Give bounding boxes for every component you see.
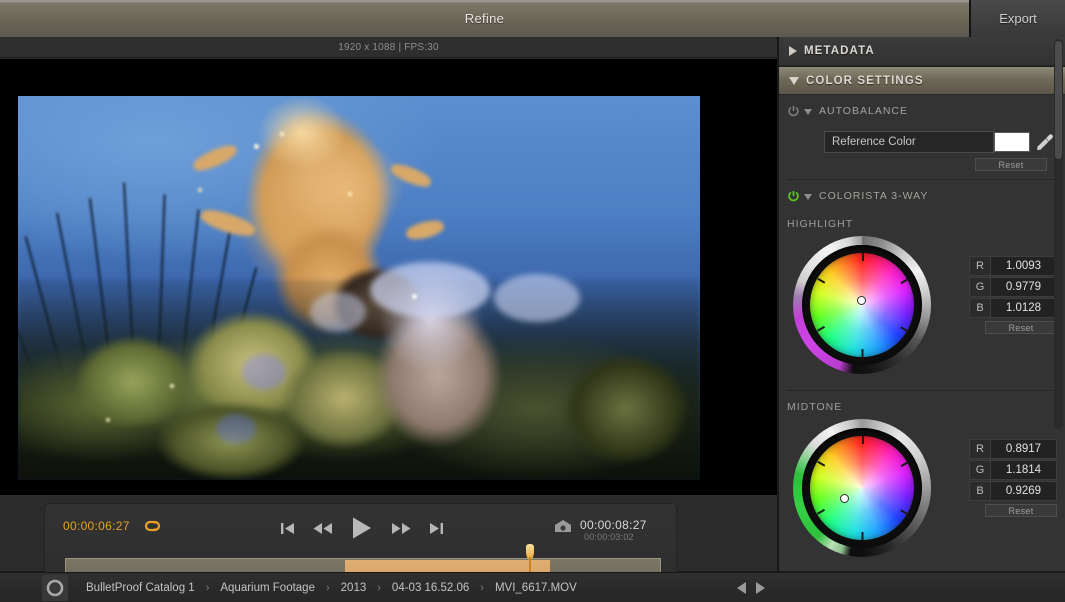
rgb-key-g-mid: G — [969, 460, 991, 480]
export-button[interactable]: Export — [970, 0, 1065, 37]
color-wheel-highlight[interactable] — [793, 236, 931, 374]
rgb-fields-midtone: R 0.8917 G 1.1814 B 0.9269 Reset — [969, 439, 1057, 517]
breadcrumb-separator-3: › — [480, 582, 484, 594]
nav-next-icon[interactable] — [756, 582, 765, 594]
tone-label-midtone: MIDTONE — [779, 401, 1065, 413]
breadcrumb-bar: BulletProof Catalog 1 › Aquarium Footage… — [0, 572, 1065, 602]
breadcrumb-separator-2: › — [377, 582, 381, 594]
highlight-reset-label: Reset — [1008, 323, 1033, 333]
autobalance-reset-button[interactable]: Reset — [975, 158, 1047, 171]
viewer-column: 1920 x 1088 | FPS:30 — [0, 37, 777, 571]
out-timecode[interactable]: 00:00:08:27 — [580, 518, 647, 532]
subsection-title-colorista: COLORISTA 3-WAY — [819, 190, 928, 202]
highlight-reset-button[interactable]: Reset — [985, 321, 1057, 334]
tone-label-highlight: HIGHLIGHT — [779, 218, 1065, 230]
rgb-key-r: R — [969, 256, 991, 276]
wheel-handle-highlight[interactable] — [857, 296, 866, 305]
go-to-start-button[interactable] — [280, 522, 295, 535]
rgb-row-g: G 0.9779 — [969, 277, 1057, 297]
panel-scrollbar-thumb[interactable] — [1055, 41, 1062, 159]
rgb-value-g-mid[interactable]: 1.1814 — [991, 460, 1057, 480]
rgb-value-b[interactable]: 1.0128 — [991, 298, 1057, 318]
hue-ticks-highlight — [810, 253, 914, 357]
rgb-row-b: B 1.0128 — [969, 298, 1057, 318]
panel-divider-2 — [787, 390, 1057, 391]
reference-color-swatch[interactable] — [994, 132, 1030, 152]
panel-scrollbar[interactable] — [1054, 39, 1063, 429]
tone-block-highlight: R 1.0093 G 0.9779 B 1.0128 Reset — [779, 230, 1065, 382]
chevron-right-icon — [789, 46, 797, 56]
section-title-metadata: METADATA — [804, 45, 875, 57]
eyedropper-icon[interactable] — [1036, 133, 1054, 151]
chevron-down-icon-autobalance — [804, 109, 812, 115]
catalog-ring-icon[interactable] — [42, 575, 68, 601]
breadcrumb-item-3[interactable]: 04-03 16.52.06 — [392, 582, 469, 594]
go-to-end-button[interactable] — [429, 522, 444, 535]
section-header-metadata[interactable]: METADATA — [779, 37, 1065, 66]
duration-timecode: 00:00:03:02 — [584, 532, 634, 542]
rgb-fields-highlight: R 1.0093 G 0.9779 B 1.0128 Reset — [969, 256, 1057, 334]
rgb-row-b-mid: B 0.9269 — [969, 481, 1057, 501]
power-toggle-colorista[interactable] — [787, 190, 800, 203]
subsection-header-autobalance[interactable]: AUTOBALANCE — [779, 99, 1065, 123]
autobalance-reset-label: Reset — [998, 160, 1023, 170]
rgb-row-g-mid: G 1.1814 — [969, 460, 1057, 480]
nav-prev-icon[interactable] — [737, 582, 746, 594]
fast-forward-button[interactable] — [391, 522, 411, 535]
application-window: Refine Export 1920 x 1088 | FPS:30 — [0, 0, 1065, 602]
midtone-reset-label: Reset — [1008, 506, 1033, 516]
clip-info-text: 1920 x 1088 | FPS:30 — [338, 42, 439, 53]
breadcrumb-item-1[interactable]: Aquarium Footage — [220, 582, 315, 594]
panel-divider — [787, 179, 1057, 180]
video-stage[interactable] — [0, 59, 777, 495]
midtone-reset-button[interactable]: Reset — [985, 504, 1057, 517]
top-bar: Refine Export — [0, 0, 1065, 37]
settings-panel: METADATA COLOR SETTINGS AUTOBALANCE Refe… — [778, 37, 1065, 571]
reference-color-label: Reference Color — [832, 136, 916, 148]
subsection-header-colorista[interactable]: COLORISTA 3-WAY — [779, 184, 1065, 208]
reference-color-field[interactable]: Reference Color — [824, 131, 994, 153]
tone-block-midtone: R 0.8917 G 1.1814 B 0.9269 Reset — [779, 413, 1065, 565]
rgb-key-b-mid: B — [969, 481, 991, 501]
subsection-title-autobalance: AUTOBALANCE — [819, 105, 908, 117]
power-toggle-autobalance[interactable] — [787, 105, 800, 118]
rgb-value-r[interactable]: 1.0093 — [991, 256, 1057, 276]
breadcrumb-separator-0: › — [206, 582, 210, 594]
rgb-key-g: G — [969, 277, 991, 297]
rgb-row-r-mid: R 0.8917 — [969, 439, 1057, 459]
export-button-label: Export — [999, 11, 1037, 26]
section-title-color-settings: COLOR SETTINGS — [806, 75, 924, 87]
breadcrumb-item-0[interactable]: BulletProof Catalog 1 — [86, 582, 195, 594]
breadcrumb: BulletProof Catalog 1 › Aquarium Footage… — [86, 582, 577, 594]
snapshot-camera-icon[interactable] — [554, 519, 572, 533]
rgb-key-b: B — [969, 298, 991, 318]
rgb-value-g[interactable]: 0.9779 — [991, 277, 1057, 297]
section-header-color-settings[interactable]: COLOR SETTINGS — [779, 66, 1065, 95]
video-frame — [18, 96, 700, 480]
play-button[interactable] — [351, 516, 373, 540]
tab-refine[interactable]: Refine — [0, 0, 970, 37]
rewind-button[interactable] — [313, 522, 333, 535]
breadcrumb-item-4[interactable]: MVI_6617.MOV — [495, 582, 577, 594]
chevron-down-icon — [789, 77, 799, 85]
tab-refine-label: Refine — [0, 0, 969, 37]
breadcrumb-item-2[interactable]: 2013 — [341, 582, 367, 594]
transport-row: 00:00:06:27 — [45, 512, 678, 544]
hue-ticks-midtone — [810, 436, 914, 540]
chevron-down-icon-colorista — [804, 194, 812, 200]
clip-info-bar: 1920 x 1088 | FPS:30 — [0, 37, 777, 58]
breadcrumb-nav — [737, 582, 765, 594]
rgb-value-r-mid[interactable]: 0.8917 — [991, 439, 1057, 459]
reference-color-row: Reference Color — [824, 131, 1054, 153]
breadcrumb-separator-1: › — [326, 582, 330, 594]
rgb-value-b-mid[interactable]: 0.9269 — [991, 481, 1057, 501]
rgb-row-r: R 1.0093 — [969, 256, 1057, 276]
color-wheel-midtone[interactable] — [793, 419, 931, 557]
rgb-key-r-mid: R — [969, 439, 991, 459]
aquarium-scene — [18, 96, 700, 480]
